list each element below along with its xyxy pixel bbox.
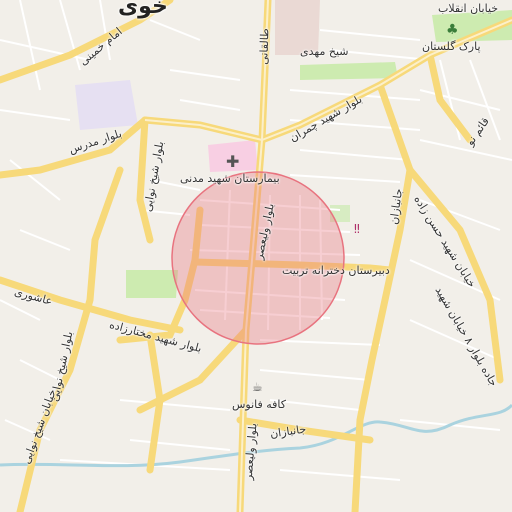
tree-icon[interactable]: ♣ xyxy=(446,22,459,38)
school-icon[interactable]: ‼ xyxy=(354,222,360,236)
street-enghelab: خیابان انقلاب xyxy=(438,2,499,15)
poi-hospital-label[interactable]: بیمارستان شهید مدنی xyxy=(180,172,280,185)
map-view[interactable]: خوی طالقانی امام خمینی بلوار مدرس بلوار … xyxy=(0,0,512,512)
street-taleghani: طالقانی xyxy=(257,27,272,66)
park-green-1 xyxy=(126,270,178,298)
residential-purple-area xyxy=(75,80,138,130)
cafe-icon[interactable]: ☕ xyxy=(252,380,263,394)
street-sheikh-mahdi: شیخ مهدی xyxy=(300,45,349,58)
park-green-2 xyxy=(300,62,398,80)
city-label: خوی xyxy=(118,0,168,19)
poi-cafe-label[interactable]: کافه فانوس xyxy=(232,398,286,411)
hospital-cross-icon[interactable]: ✚ xyxy=(226,152,239,171)
poi-school-label[interactable]: دبیرستان دخترانه تربیت xyxy=(282,264,390,277)
poi-park-label[interactable]: پارک گلستان xyxy=(422,40,481,53)
